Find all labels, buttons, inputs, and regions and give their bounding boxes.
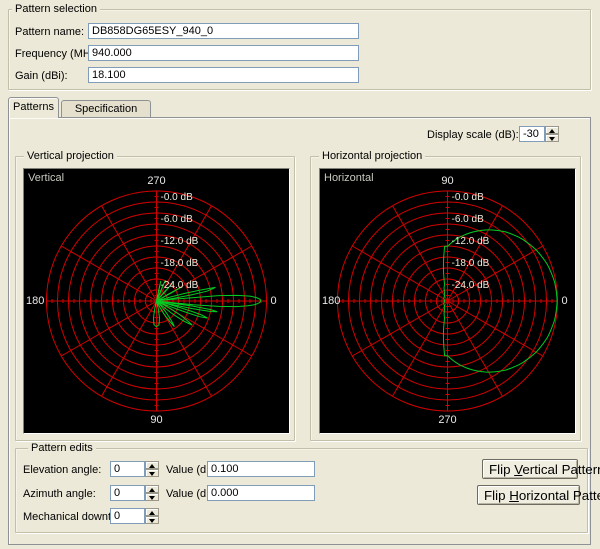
vertical-pattern-ring-label: -18.0 dB [161,258,199,269]
display-scale-label: Display scale (dB): [427,129,515,141]
display-scale-down-button[interactable] [545,134,559,142]
elevation-angle-label: Elevation angle: [23,464,101,476]
mechanical-downtilt-spinner [110,508,159,524]
arrow-up-icon [149,464,155,468]
vertical-projection-group-title: Vertical projection [24,150,117,162]
vertical-plot-left-angle-label: 180 [26,295,44,307]
horizontal-pattern-ring-label: -12.0 dB [452,236,490,247]
gain-label: Gain (dBi): [15,70,68,82]
pattern-name-input[interactable] [88,23,359,39]
horizontal-pattern-ring-label: -0.0 dB [452,192,484,203]
azimuth-angle-label: Azimuth angle: [23,488,96,500]
mechanical-downtilt-input[interactable] [110,508,145,524]
vertical-pattern-svg [24,169,289,433]
horizontal-pattern-ring-label: -6.0 dB [452,214,484,225]
elevation-angle-spinner [110,461,159,477]
tab-patterns[interactable]: Patterns [8,97,59,118]
gain-input[interactable] [88,67,359,83]
vertical-pattern-ring-label: -12.0 dB [161,236,199,247]
horizontal-pattern-ring-label: -18.0 dB [452,258,490,269]
horizontal-plot-panel: Horizontal 90 180 0 270 -0.0 dB-6.0 dB-1… [319,168,576,434]
flip-vertical-pattern-button[interactable]: Flip Vertical Pattern [482,459,578,479]
mechanical-downtilt-down-button[interactable] [145,516,159,524]
horizontal-plot-left-angle-label: 180 [322,295,340,307]
arrow-up-icon [149,488,155,492]
mechanical-downtilt-up-button[interactable] [145,508,159,516]
display-scale-up-button[interactable] [545,126,559,134]
vertical-projection-group: Vertical projection Vertical 270 180 0 9… [15,156,295,441]
vertical-pattern-ring-label: -6.0 dB [161,214,193,225]
patterns-tab-page: Display scale (dB): Vertical projection … [8,117,591,545]
elevation-angle-input[interactable] [110,461,145,477]
tab-specification-sheet[interactable]: Specification Sheet [61,100,151,117]
arrow-up-icon [149,511,155,515]
mechanical-downtilt-label: Mechanical downtilt: [23,511,122,523]
horizontal-plot-top-angle-label: 90 [320,175,575,187]
antenna-pattern-editor-window: Pattern selection Pattern name: Frequenc… [0,0,600,549]
flip-horizontal-pattern-button[interactable]: Flip Horizontal Pattern [477,485,580,505]
elevation-value-input[interactable] [207,461,315,477]
azimuth-angle-up-button[interactable] [145,485,159,493]
azimuth-angle-input[interactable] [110,485,145,501]
pattern-selection-group-title: Pattern selection [12,3,100,15]
vertical-plot-panel: Vertical 270 180 0 90 -0.0 dB-6.0 dB-12.… [23,168,290,434]
horizontal-pattern-svg [320,169,575,433]
azimuth-value-input[interactable] [207,485,315,501]
horizontal-pattern-ring-label: -24.0 dB [452,280,490,291]
vertical-plot-top-angle-label: 270 [24,175,289,187]
pattern-edits-group: Pattern edits Elevation angle: Value (dB… [15,448,588,533]
vertical-plot-bottom-angle-label: 90 [24,414,289,426]
horizontal-projection-group-title: Horizontal projection [319,150,425,162]
arrow-down-icon [149,519,155,523]
arrow-down-icon [549,137,555,141]
arrow-up-icon [549,129,555,133]
horizontal-projection-group: Horizontal projection Horizontal 90 180 … [310,156,581,441]
arrow-down-icon [149,496,155,500]
elevation-angle-down-button[interactable] [145,469,159,477]
display-scale-spinner [519,126,559,142]
horizontal-plot-right-angle-label: 0 [562,295,568,307]
azimuth-angle-down-button[interactable] [145,493,159,501]
pattern-edits-group-title: Pattern edits [28,442,96,454]
pattern-name-label: Pattern name: [15,26,84,38]
vertical-plot-right-angle-label: 0 [271,295,277,307]
frequency-input[interactable] [88,45,359,61]
arrow-down-icon [149,472,155,476]
elevation-angle-up-button[interactable] [145,461,159,469]
display-scale-input[interactable] [519,126,545,142]
azimuth-angle-spinner [110,485,159,501]
vertical-pattern-ring-label: -24.0 dB [161,280,199,291]
horizontal-plot-bottom-angle-label: 270 [320,414,575,426]
vertical-pattern-ring-label: -0.0 dB [161,192,193,203]
pattern-selection-group: Pattern selection Pattern name: Frequenc… [8,9,591,90]
